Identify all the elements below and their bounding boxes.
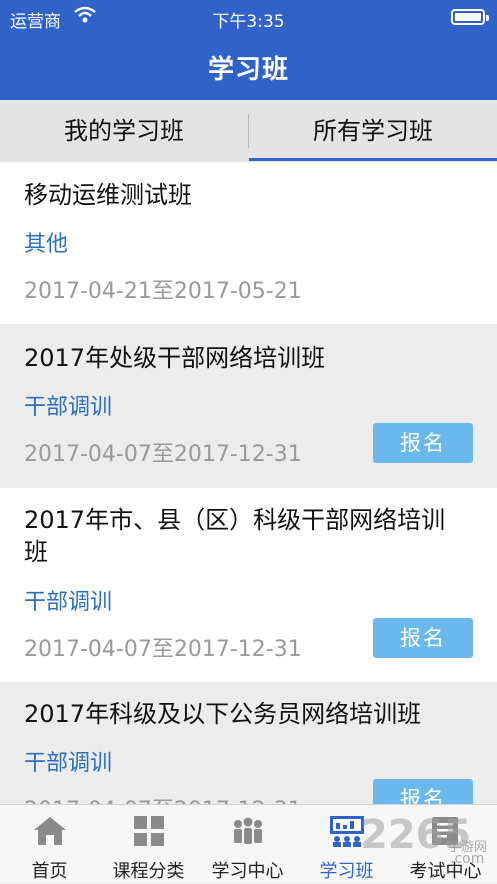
signup-button[interactable]: 报名 [373, 618, 473, 658]
class-name: 移动运维测试班 [24, 181, 192, 209]
tab-label: 首页 [31, 861, 68, 882]
segment-control: 我的学习班 所有学习班 [0, 100, 497, 162]
class-date: 2017-04-07至2017-12-31 [24, 442, 302, 467]
class-name: 2017年科级及以下公务员网络培训班 [24, 700, 422, 728]
tab-my-classes[interactable]: 我的学习班 [0, 100, 248, 162]
class-name: 2017年处级干部网络培训班 [24, 344, 326, 372]
tab-home[interactable]: 首页 [0, 805, 99, 884]
active-tab-indicator [249, 158, 497, 161]
signup-button[interactable]: 报名 [373, 779, 473, 804]
class-category: 干部调训 [24, 590, 113, 615]
page-title: 学习班 [207, 55, 289, 85]
tab-course-category[interactable]: 课程分类 [99, 805, 198, 884]
list-item[interactable]: 2017年科级及以下公务员网络培训班 干部调训 2017-04-07至2017-… [0, 683, 497, 804]
grid-icon [133, 815, 165, 851]
class-name: 2017年市、县（区）科级干部网络培训班 [24, 506, 446, 566]
list-item[interactable]: 移动运维测试班 其他 2017-04-21至2017-05-21 [0, 162, 497, 324]
tab-label: 学习中心 [211, 861, 284, 882]
people-icon [230, 815, 266, 851]
battery-icon [451, 9, 489, 25]
tab-all-classes[interactable]: 所有学习班 [249, 100, 497, 162]
class-date: 2017-04-21至2017-05-21 [24, 279, 302, 304]
watermark-domain: .com [450, 851, 485, 867]
tab-label: 学习班 [319, 861, 374, 882]
class-category: 干部调训 [24, 395, 113, 420]
class-category: 其他 [24, 232, 69, 257]
signup-button[interactable]: 报名 [373, 423, 473, 463]
list-item[interactable]: 2017年处级干部网络培训班 干部调训 2017-04-07至2017-12-3… [0, 325, 497, 487]
tab-learning-center[interactable]: 学习中心 [198, 805, 297, 884]
status-bar: 运营商 下午3:35 [0, 0, 497, 36]
home-icon [32, 815, 68, 851]
tab-label: 课程分类 [112, 861, 185, 882]
class-date: 2017-04-07至2017-12-31 [24, 637, 302, 662]
class-date: 2017-04-07至2017-12-31 [24, 792, 302, 804]
nav-bar: 学习班 [0, 36, 497, 100]
list-item[interactable]: 2017年市、县（区）科级干部网络培训班 干部调训 2017-04-07至201… [0, 488, 497, 682]
class-category: 干部调训 [24, 751, 113, 776]
class-list[interactable]: 移动运维测试班 其他 2017-04-21至2017-05-21 2017年处级… [0, 162, 497, 804]
clock: 下午3:35 [212, 12, 285, 32]
